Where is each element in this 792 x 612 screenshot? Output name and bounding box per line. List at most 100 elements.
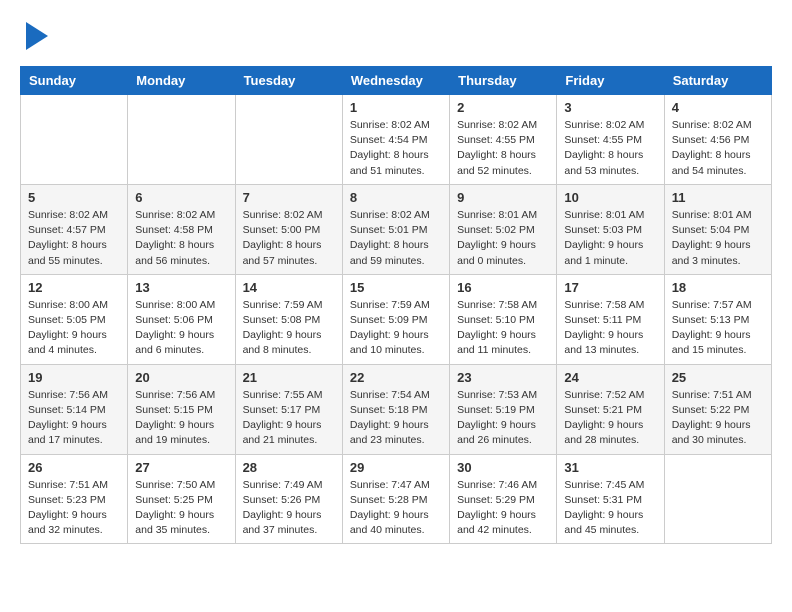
- day-number: 8: [350, 190, 442, 205]
- calendar-cell: [235, 95, 342, 185]
- calendar-cell: 6 Sunrise: 8:02 AM Sunset: 4:58 PM Daylig…: [128, 184, 235, 274]
- weekday-header-row: SundayMondayTuesdayWednesdayThursdayFrid…: [21, 67, 772, 95]
- day-info: Sunrise: 8:01 AM Sunset: 5:04 PM Dayligh…: [672, 208, 764, 269]
- logo: [20, 20, 48, 50]
- day-info: Sunrise: 7:54 AM Sunset: 5:18 PM Dayligh…: [350, 388, 442, 449]
- calendar-cell: 9Sunrise: 8:01 AM Sunset: 5:02 PM Daylig…: [450, 184, 557, 274]
- weekday-header-monday: Monday: [128, 67, 235, 95]
- day-info: Sunrise: 8:02 AM Sunset: 4:55 PM Dayligh…: [564, 118, 656, 179]
- day-info: Sunrise: 7:46 AM Sunset: 5:29 PM Dayligh…: [457, 478, 549, 539]
- day-number: 19: [28, 370, 120, 385]
- day-info: Sunrise: 8:02 AM Sunset: 4:58 PM Dayligh…: [135, 208, 227, 269]
- calendar-cell: 18 Sunrise: 7:57 AM Sunset: 5:13 PM Dayli…: [664, 274, 771, 364]
- day-info: Sunrise: 7:51 AM Sunset: 5:23 PM Dayligh…: [28, 478, 120, 539]
- weekday-header-sunday: Sunday: [21, 67, 128, 95]
- calendar-cell: 4 Sunrise: 8:02 AM Sunset: 4:56 PM Daylig…: [664, 95, 771, 185]
- day-info: Sunrise: 7:57 AM Sunset: 5:13 PM Dayligh…: [672, 298, 764, 359]
- day-number: 5: [28, 190, 120, 205]
- calendar-cell: 28 Sunrise: 7:49 AM Sunset: 5:26 PM Dayli…: [235, 454, 342, 544]
- day-number: 20: [135, 370, 227, 385]
- day-number: 3: [564, 100, 656, 115]
- calendar-cell: 13 Sunrise: 8:00 AM Sunset: 5:06 PM Dayli…: [128, 274, 235, 364]
- calendar-week-row: 12 Sunrise: 8:00 AM Sunset: 5:05 PM Dayli…: [21, 274, 772, 364]
- day-number: 18: [672, 280, 764, 295]
- day-number: 7: [243, 190, 335, 205]
- day-number: 10: [564, 190, 656, 205]
- day-info: Sunrise: 8:01 AM Sunset: 5:03 PM Dayligh…: [564, 208, 656, 269]
- day-number: 13: [135, 280, 227, 295]
- day-number: 15: [350, 280, 442, 295]
- day-number: 11: [672, 190, 764, 205]
- day-info: Sunrise: 7:55 AM Sunset: 5:17 PM Dayligh…: [243, 388, 335, 449]
- day-info: Sunrise: 8:00 AM Sunset: 5:05 PM Dayligh…: [28, 298, 120, 359]
- page-header: [20, 20, 772, 50]
- calendar-cell: 2 Sunrise: 8:02 AM Sunset: 4:55 PM Daylig…: [450, 95, 557, 185]
- day-info: Sunrise: 7:51 AM Sunset: 5:22 PM Dayligh…: [672, 388, 764, 449]
- day-info: Sunrise: 8:02 AM Sunset: 4:55 PM Dayligh…: [457, 118, 549, 179]
- day-number: 12: [28, 280, 120, 295]
- day-info: Sunrise: 7:50 AM Sunset: 5:25 PM Dayligh…: [135, 478, 227, 539]
- weekday-header-friday: Friday: [557, 67, 664, 95]
- day-info: Sunrise: 8:02 AM Sunset: 5:00 PM Dayligh…: [243, 208, 335, 269]
- calendar-cell: 29Sunrise: 7:47 AM Sunset: 5:28 PM Dayli…: [342, 454, 449, 544]
- day-number: 22: [350, 370, 442, 385]
- day-number: 2: [457, 100, 549, 115]
- day-info: Sunrise: 7:45 AM Sunset: 5:31 PM Dayligh…: [564, 478, 656, 539]
- day-info: Sunrise: 8:02 AM Sunset: 4:54 PM Dayligh…: [350, 118, 442, 179]
- calendar-cell: 23 Sunrise: 7:53 AM Sunset: 5:19 PM Dayli…: [450, 364, 557, 454]
- day-info: Sunrise: 8:02 AM Sunset: 4:56 PM Dayligh…: [672, 118, 764, 179]
- day-info: Sunrise: 7:49 AM Sunset: 5:26 PM Dayligh…: [243, 478, 335, 539]
- logo-icon: [26, 22, 48, 50]
- calendar-cell: 3 Sunrise: 8:02 AM Sunset: 4:55 PM Daylig…: [557, 95, 664, 185]
- weekday-header-tuesday: Tuesday: [235, 67, 342, 95]
- calendar-cell: 16Sunrise: 7:58 AM Sunset: 5:10 PM Dayli…: [450, 274, 557, 364]
- day-info: Sunrise: 7:56 AM Sunset: 5:15 PM Dayligh…: [135, 388, 227, 449]
- calendar-cell: 22 Sunrise: 7:54 AM Sunset: 5:18 PM Dayli…: [342, 364, 449, 454]
- calendar-week-row: 5 Sunrise: 8:02 AM Sunset: 4:57 PM Daylig…: [21, 184, 772, 274]
- day-number: 26: [28, 460, 120, 475]
- day-info: Sunrise: 7:59 AM Sunset: 5:08 PM Dayligh…: [243, 298, 335, 359]
- calendar-cell: 26 Sunrise: 7:51 AM Sunset: 5:23 PM Dayli…: [21, 454, 128, 544]
- day-number: 21: [243, 370, 335, 385]
- day-number: 31: [564, 460, 656, 475]
- day-number: 23: [457, 370, 549, 385]
- calendar-week-row: 19 Sunrise: 7:56 AM Sunset: 5:14 PM Dayli…: [21, 364, 772, 454]
- weekday-header-thursday: Thursday: [450, 67, 557, 95]
- day-info: Sunrise: 7:56 AM Sunset: 5:14 PM Dayligh…: [28, 388, 120, 449]
- day-info: Sunrise: 8:00 AM Sunset: 5:06 PM Dayligh…: [135, 298, 227, 359]
- calendar-cell: 10 Sunrise: 8:01 AM Sunset: 5:03 PM Dayli…: [557, 184, 664, 274]
- calendar-cell: 5 Sunrise: 8:02 AM Sunset: 4:57 PM Daylig…: [21, 184, 128, 274]
- day-info: Sunrise: 7:52 AM Sunset: 5:21 PM Dayligh…: [564, 388, 656, 449]
- day-number: 27: [135, 460, 227, 475]
- day-number: 28: [243, 460, 335, 475]
- day-number: 16: [457, 280, 549, 295]
- day-info: Sunrise: 7:58 AM Sunset: 5:11 PM Dayligh…: [564, 298, 656, 359]
- calendar-cell: 30Sunrise: 7:46 AM Sunset: 5:29 PM Dayli…: [450, 454, 557, 544]
- calendar-cell: 27 Sunrise: 7:50 AM Sunset: 5:25 PM Dayli…: [128, 454, 235, 544]
- calendar-cell: 15Sunrise: 7:59 AM Sunset: 5:09 PM Dayli…: [342, 274, 449, 364]
- calendar-cell: 1Sunrise: 8:02 AM Sunset: 4:54 PM Daylig…: [342, 95, 449, 185]
- day-info: Sunrise: 7:47 AM Sunset: 5:28 PM Dayligh…: [350, 478, 442, 539]
- weekday-header-saturday: Saturday: [664, 67, 771, 95]
- calendar-cell: 12 Sunrise: 8:00 AM Sunset: 5:05 PM Dayli…: [21, 274, 128, 364]
- day-number: 14: [243, 280, 335, 295]
- calendar-cell: 25Sunrise: 7:51 AM Sunset: 5:22 PM Dayli…: [664, 364, 771, 454]
- calendar-cell: 8 Sunrise: 8:02 AM Sunset: 5:01 PM Daylig…: [342, 184, 449, 274]
- calendar-cell: 24 Sunrise: 7:52 AM Sunset: 5:21 PM Dayli…: [557, 364, 664, 454]
- calendar-cell: 21 Sunrise: 7:55 AM Sunset: 5:17 PM Dayli…: [235, 364, 342, 454]
- day-number: 24: [564, 370, 656, 385]
- calendar-cell: 31 Sunrise: 7:45 AM Sunset: 5:31 PM Dayli…: [557, 454, 664, 544]
- calendar-cell: 17 Sunrise: 7:58 AM Sunset: 5:11 PM Dayli…: [557, 274, 664, 364]
- day-info: Sunrise: 7:53 AM Sunset: 5:19 PM Dayligh…: [457, 388, 549, 449]
- day-number: 17: [564, 280, 656, 295]
- day-info: Sunrise: 8:02 AM Sunset: 5:01 PM Dayligh…: [350, 208, 442, 269]
- day-info: Sunrise: 8:02 AM Sunset: 4:57 PM Dayligh…: [28, 208, 120, 269]
- calendar-week-row: 1Sunrise: 8:02 AM Sunset: 4:54 PM Daylig…: [21, 95, 772, 185]
- calendar-cell: 20 Sunrise: 7:56 AM Sunset: 5:15 PM Dayli…: [128, 364, 235, 454]
- day-number: 6: [135, 190, 227, 205]
- calendar-cell: [128, 95, 235, 185]
- calendar-cell: [664, 454, 771, 544]
- calendar-cell: 11 Sunrise: 8:01 AM Sunset: 5:04 PM Dayli…: [664, 184, 771, 274]
- day-number: 4: [672, 100, 764, 115]
- day-number: 9: [457, 190, 549, 205]
